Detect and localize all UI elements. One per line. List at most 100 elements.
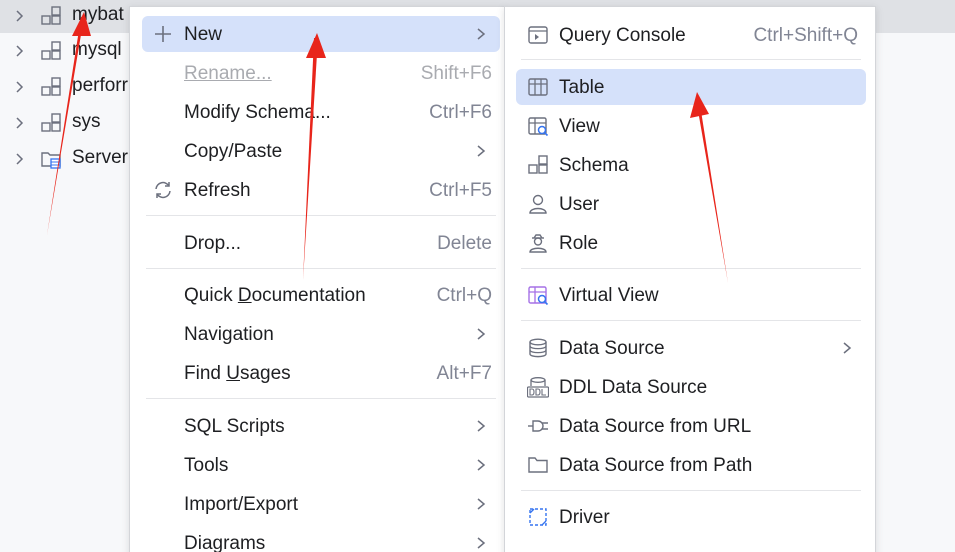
role-icon bbox=[529, 234, 547, 253]
user-icon bbox=[529, 194, 547, 214]
submenu-item-view[interactable]: View bbox=[516, 108, 866, 144]
submenu-arrow-icon bbox=[477, 145, 486, 157]
submenu-item-ddl-data-source[interactable]: DDL Data Source bbox=[516, 369, 866, 405]
submenu-item-data-source-path[interactable]: Data Source from Path bbox=[516, 447, 866, 483]
menu-item-find-usages[interactable]: Find Usages Alt+F7 bbox=[142, 355, 500, 391]
submenu-item-label: Table bbox=[559, 77, 605, 98]
chevron-right-icon[interactable] bbox=[11, 115, 27, 131]
server-folder-icon bbox=[41, 152, 61, 169]
menu-item-label: Modify Schema... bbox=[184, 102, 331, 123]
shortcut-label: Ctrl+F5 bbox=[429, 180, 492, 201]
submenu-item-label: Data Source from URL bbox=[559, 416, 752, 437]
menu-separator bbox=[521, 490, 861, 491]
schema-icon bbox=[41, 6, 61, 25]
submenu-arrow-icon bbox=[477, 459, 486, 471]
submenu-arrow-icon bbox=[477, 28, 486, 40]
submenu-item-label: Data Source from Path bbox=[559, 455, 753, 476]
tree-item-sys[interactable]: sys bbox=[0, 106, 140, 142]
submenu-item-label: Driver bbox=[559, 507, 610, 528]
shortcut-label: Ctrl+Q bbox=[436, 285, 492, 306]
menu-item-refresh[interactable]: Refresh Ctrl+F5 bbox=[142, 172, 500, 208]
menu-item-quick-documentation[interactable]: Quick Documentation Ctrl+Q bbox=[142, 277, 500, 313]
menu-separator bbox=[146, 398, 496, 399]
submenu-item-label: DDL Data Source bbox=[559, 377, 708, 398]
menu-item-tools[interactable]: Tools bbox=[142, 447, 500, 483]
menu-item-label: Copy/Paste bbox=[184, 141, 283, 162]
schema-icon bbox=[41, 41, 61, 60]
submenu-item-role[interactable]: Role bbox=[516, 225, 866, 261]
tree-item-label: sys bbox=[72, 111, 101, 132]
menu-separator bbox=[146, 215, 496, 216]
folder-icon bbox=[528, 457, 548, 473]
submenu-item-data-source[interactable]: Data Source bbox=[516, 330, 866, 366]
schema-icon bbox=[41, 113, 61, 132]
database-icon bbox=[529, 338, 547, 358]
submenu-item-data-source-url[interactable]: Data Source from URL bbox=[516, 408, 866, 444]
virtual-view-icon bbox=[528, 286, 549, 306]
submenu-item-label: Role bbox=[559, 233, 599, 254]
menu-item-import-export[interactable]: Import/Export bbox=[142, 486, 500, 522]
shortcut-label: Alt+F7 bbox=[436, 363, 492, 384]
menu-item-label: Drop... bbox=[184, 233, 242, 254]
shortcut-label: Delete bbox=[437, 233, 492, 254]
menu-item-rename[interactable]: Rename... Shift+F6 bbox=[142, 55, 500, 91]
menu-item-diagrams[interactable]: Diagrams bbox=[142, 525, 500, 552]
schema-icon bbox=[41, 77, 61, 96]
tree-item-server[interactable]: Server bbox=[0, 142, 140, 178]
chevron-right-icon[interactable] bbox=[11, 8, 27, 24]
ddl-data-source-icon bbox=[527, 377, 549, 398]
tree-item-mysql[interactable]: mysql bbox=[0, 34, 140, 70]
chevron-right-icon[interactable] bbox=[11, 151, 27, 167]
shortcut-label: Ctrl+Shift+Q bbox=[753, 25, 858, 46]
menu-item-navigation[interactable]: Navigation bbox=[142, 316, 500, 352]
chevron-right-icon[interactable] bbox=[11, 79, 27, 95]
menu-item-label: Rename... bbox=[184, 63, 272, 84]
menu-item-copy-paste[interactable]: Copy/Paste bbox=[142, 133, 500, 169]
submenu-item-driver[interactable]: Driver bbox=[516, 499, 866, 535]
submenu-item-schema[interactable]: Schema bbox=[516, 147, 866, 183]
tree-item-performance[interactable]: perforr bbox=[0, 70, 140, 106]
driver-icon bbox=[529, 508, 547, 526]
menu-item-label: Navigation bbox=[184, 324, 274, 345]
menu-item-label: Quick Documentation bbox=[184, 285, 366, 306]
submenu-item-label: View bbox=[559, 116, 600, 137]
menu-separator bbox=[521, 59, 861, 60]
plug-icon bbox=[528, 420, 548, 432]
tree-item-label: mysql bbox=[72, 39, 122, 60]
shortcut-label: Ctrl+F6 bbox=[429, 102, 492, 123]
chevron-right-icon[interactable] bbox=[11, 43, 27, 59]
table-icon bbox=[528, 78, 548, 96]
menu-item-label: Tools bbox=[184, 455, 229, 476]
menu-item-modify-schema[interactable]: Modify Schema... Ctrl+F6 bbox=[142, 94, 500, 130]
menu-separator bbox=[521, 320, 861, 321]
submenu-item-table[interactable]: Table bbox=[516, 69, 866, 105]
menu-separator bbox=[146, 268, 496, 269]
new-submenu: Query Console Ctrl+Shift+Q Table View Sc… bbox=[504, 6, 876, 552]
submenu-item-user[interactable]: User bbox=[516, 186, 866, 222]
menu-item-label: Find Usages bbox=[184, 363, 291, 384]
submenu-item-label: Schema bbox=[559, 155, 629, 176]
menu-item-label: Import/Export bbox=[184, 494, 299, 515]
tree-item-label: perforr bbox=[72, 75, 128, 96]
console-icon bbox=[528, 26, 548, 44]
submenu-arrow-icon bbox=[477, 328, 486, 340]
schema-icon bbox=[528, 155, 548, 174]
refresh-icon bbox=[155, 181, 171, 199]
submenu-arrow-icon bbox=[477, 498, 486, 510]
menu-separator bbox=[521, 268, 861, 269]
submenu-item-label: User bbox=[559, 194, 600, 215]
menu-item-sql-scripts[interactable]: SQL Scripts bbox=[142, 408, 500, 444]
submenu-arrow-icon bbox=[843, 342, 852, 354]
plus-icon bbox=[155, 26, 171, 42]
tree-item-mybatis[interactable]: mybat bbox=[0, 0, 140, 35]
submenu-item-query-console[interactable]: Query Console Ctrl+Shift+Q bbox=[516, 17, 866, 53]
tree-item-label: Server bbox=[72, 147, 128, 168]
submenu-item-virtual-view[interactable]: Virtual View bbox=[516, 277, 866, 313]
menu-item-label: Refresh bbox=[184, 180, 251, 201]
menu-item-new[interactable]: New bbox=[142, 16, 500, 52]
shortcut-label: Shift+F6 bbox=[420, 63, 492, 84]
menu-item-drop[interactable]: Drop... Delete bbox=[142, 225, 500, 261]
submenu-item-label: Query Console bbox=[559, 25, 686, 46]
menu-item-label: Diagrams bbox=[184, 533, 266, 552]
submenu-arrow-icon bbox=[477, 537, 486, 549]
